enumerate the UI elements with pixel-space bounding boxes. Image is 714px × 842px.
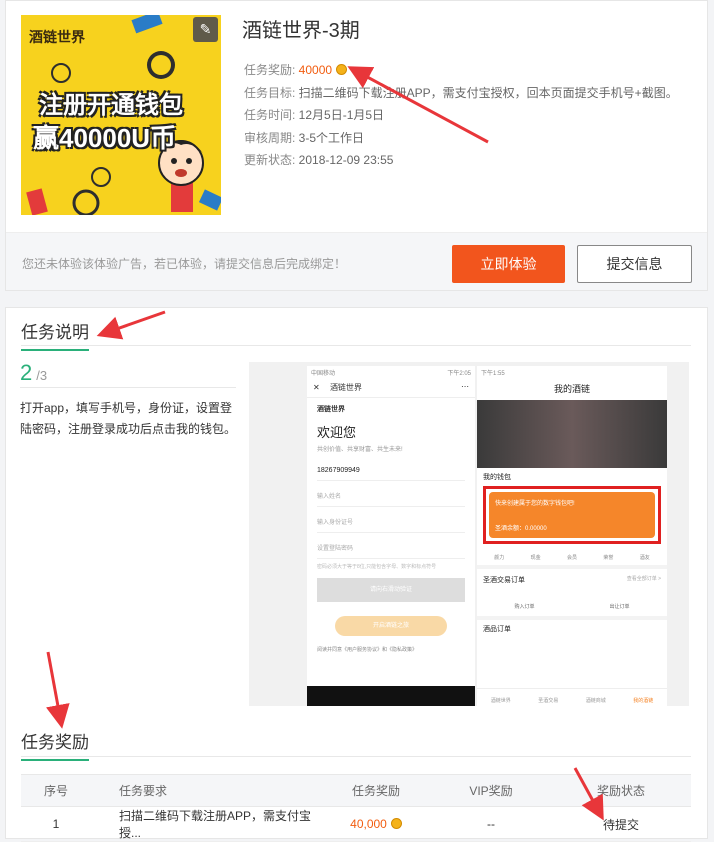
more-icon[interactable]: ⋯ bbox=[461, 382, 469, 391]
task-goal-row: 任务目标: 扫描二维码下载注册APP，需支付宝授权，回本页面提交手机号+截图。 bbox=[244, 86, 678, 100]
action-hint: 您还未体验该体验广告，若已体验，请提交信息后完成绑定！ bbox=[22, 257, 347, 271]
phone-wallet-screen: 下午1:55 我的酒链 我的钱包 快来创建属于您的数字钱包吧! 圣酒余额：0.0… bbox=[477, 366, 667, 706]
step-total: /3 bbox=[36, 368, 48, 383]
phone-register-screen: 中国移动 下午2:05 ✕ 酒链世界 ⋯ 酒链世界 欢迎您 共创价值、共享财富、… bbox=[307, 366, 475, 706]
app-tab-bar: 酒链世界 圣酒交易 酒链商城 我的酒链 bbox=[477, 688, 667, 706]
task-header-card: 酒链世界 注册开通钱包 赢40000U币 ✎ 酒链世界-3期 任务奖励: 400… bbox=[5, 0, 708, 291]
coin-icon bbox=[390, 818, 402, 829]
close-icon[interactable]: ✕ bbox=[313, 383, 320, 392]
step-instructions: 打开app，填写手机号，身份证，设置登陆密码，注册登录成功后点击我的钱包。 bbox=[20, 401, 237, 436]
submit-info-button[interactable]: 提交信息 bbox=[577, 245, 692, 283]
divider bbox=[21, 345, 691, 346]
task-detail-card: 任务说明 2/3 打开app，填写手机号，身份证，设置登陆密码，注册登录成功后点… bbox=[5, 307, 708, 842]
task-reward-row: 任务奖励: 40000 bbox=[244, 61, 348, 78]
task-time-row: 任务时间: 12月5日-1月5日 bbox=[244, 108, 385, 122]
android-nav-bar bbox=[307, 686, 475, 706]
experience-now-button[interactable]: 立即体验 bbox=[452, 245, 565, 283]
task-update-row: 更新状态: 2018-12-09 23:55 bbox=[244, 153, 394, 167]
task-banner-image: 酒链世界 注册开通钱包 赢40000U币 ✎ bbox=[21, 15, 221, 215]
banner-headline-2: 赢40000U币 bbox=[33, 123, 177, 153]
wallet-highlight-box: 快来创建属于您的数字钱包吧! 圣酒余额：0.00000 bbox=[483, 486, 661, 544]
description-section-title: 任务说明 bbox=[21, 318, 89, 351]
icon-row: 颜力 现金 会员 荣誉 酒友 bbox=[477, 544, 667, 569]
task-reward-value: 40000 bbox=[298, 63, 333, 77]
divider bbox=[21, 756, 691, 757]
start-button[interactable]: 开启酒链之旅 bbox=[335, 616, 447, 636]
reward-amount: 40,000 bbox=[350, 817, 387, 831]
tutorial-screenshot: 中国移动 下午2:05 ✕ 酒链世界 ⋯ 酒链世界 欢迎您 共创价值、共享财富、… bbox=[249, 362, 689, 706]
create-wallet-card[interactable]: 快来创建属于您的数字钱包吧! 圣酒余额：0.00000 bbox=[489, 492, 655, 538]
step-indicator: 2/3 bbox=[20, 360, 236, 388]
task-title: 酒链世界-3期 bbox=[242, 20, 360, 42]
edit-icon[interactable]: ✎ bbox=[193, 17, 218, 42]
coin-icon bbox=[336, 64, 348, 75]
slider-verify[interactable]: 请向右滑动验证 bbox=[317, 578, 465, 602]
blurred-profile bbox=[477, 400, 667, 468]
table-header-row: 序号 任务要求 任务奖励 VIP奖励 奖励状态 bbox=[21, 774, 691, 807]
reward-status: 待提交 bbox=[551, 806, 691, 842]
step-current: 2 bbox=[20, 360, 33, 385]
action-bar: 您还未体验该体验广告，若已体验，请提交信息后完成绑定！ 立即体验 提交信息 bbox=[6, 232, 707, 290]
reward-table: 序号 任务要求 任务奖励 VIP奖励 奖励状态 1 扫描二维码下载注册APP，需… bbox=[21, 774, 691, 842]
banner-headline-1: 注册开通钱包 bbox=[39, 92, 183, 119]
task-review-row: 审核周期: 3-5个工作日 bbox=[244, 131, 365, 145]
table-row: 1 扫描二维码下载注册APP，需支付宝授... 40,000 -- 待提交 bbox=[21, 806, 691, 842]
